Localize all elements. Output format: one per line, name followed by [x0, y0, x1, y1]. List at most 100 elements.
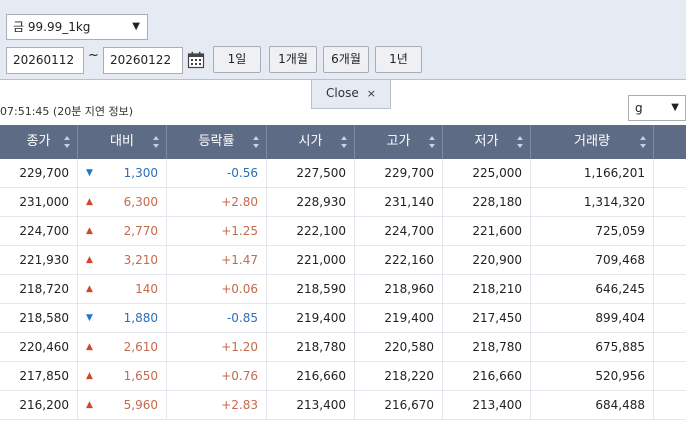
column-header-label: 거래량 — [574, 134, 610, 149]
column-header-label: 대비 — [110, 134, 134, 149]
cell-change: ▼ 1,300 — [78, 159, 167, 188]
triangle-up-icon: ▲ — [86, 371, 93, 381]
cell-close: 218,720 — [0, 275, 78, 304]
start-date-input[interactable]: 20260112 — [6, 47, 84, 74]
table-header: 종가 대비 등락률 시가 고가 저가 거래량 — [0, 125, 686, 159]
column-header-low[interactable]: 저가 — [443, 125, 531, 159]
unit-select[interactable]: g ▼ — [628, 95, 686, 121]
column-header-label: 시가 — [298, 134, 323, 149]
product-select[interactable]: 금 99.99_1kg ▼ — [6, 14, 148, 40]
cell-volume: 520,956 — [531, 362, 654, 391]
cell-rate: +1.20 — [167, 333, 267, 362]
cell-close: 224,700 — [0, 217, 78, 246]
cell-volume: 1,166,201 — [531, 159, 654, 188]
end-date-input[interactable]: 20260122 — [103, 47, 183, 74]
triangle-up-icon: ▲ — [86, 226, 93, 236]
column-header-open[interactable]: 시가 — [267, 125, 355, 159]
chevron-down-icon: ▼ — [671, 102, 679, 113]
delay-time-note: 07:51:45 (20분 지연 정보) — [0, 105, 134, 118]
column-header-high[interactable]: 고가 — [355, 125, 443, 159]
cell-rate: -0.85 — [167, 304, 267, 333]
cell-open: 228,930 — [267, 188, 355, 217]
cell-spacer — [654, 188, 686, 217]
cell-low: 218,210 — [443, 275, 531, 304]
period-1day-button[interactable]: 1일 — [213, 46, 261, 73]
column-header-close[interactable]: 종가 — [0, 125, 78, 159]
change-value: 5,960 — [123, 398, 158, 412]
change-value: 1,300 — [123, 166, 158, 180]
cell-change: ▲ 6,300 — [78, 188, 167, 217]
change-value: 6,300 — [123, 195, 158, 209]
sort-icon — [639, 136, 647, 148]
period-1month-button[interactable]: 1개월 — [269, 46, 317, 73]
period-6month-button[interactable]: 6개월 — [323, 46, 369, 73]
cell-volume: 899,404 — [531, 304, 654, 333]
cell-low: 217,450 — [443, 304, 531, 333]
cell-low: 225,000 — [443, 159, 531, 188]
column-header-label: 저가 — [474, 134, 499, 149]
column-header-rate[interactable]: 등락률 — [167, 125, 267, 159]
cell-low: 213,400 — [443, 391, 531, 420]
change-value: 2,610 — [123, 340, 158, 354]
cell-spacer — [654, 391, 686, 420]
cell-high: 222,160 — [355, 246, 443, 275]
cell-rate: +0.76 — [167, 362, 267, 391]
cell-open: 218,780 — [267, 333, 355, 362]
column-header-label: 종가 — [26, 134, 51, 149]
cell-change: ▲ 2,770 — [78, 217, 167, 246]
cell-spacer — [654, 275, 686, 304]
column-header-volume[interactable]: 거래량 — [531, 125, 654, 159]
cell-open: 222,100 — [267, 217, 355, 246]
table-row: 218,720 ▲ 140 +0.06 218,590 218,960 218,210 646… — [0, 275, 686, 304]
change-value: 3,210 — [123, 253, 158, 267]
period-1year-button[interactable]: 1년 — [375, 46, 422, 73]
close-panel-tab[interactable]: Close × — [311, 80, 391, 109]
column-header-change[interactable]: 대비 — [78, 125, 167, 159]
cell-rate: +2.80 — [167, 188, 267, 217]
cell-volume: 1,314,320 — [531, 188, 654, 217]
table-row: 217,850 ▲ 1,650 +0.76 216,660 218,220 216,660 5… — [0, 362, 686, 391]
table-row: 216,200 ▲ 5,960 +2.83 213,400 216,670 213,400 6… — [0, 391, 686, 420]
cell-open: 219,400 — [267, 304, 355, 333]
triangle-up-icon: ▲ — [86, 400, 93, 410]
close-icon: × — [366, 87, 376, 100]
sort-icon — [63, 136, 71, 148]
cell-high: 219,400 — [355, 304, 443, 333]
cell-volume: 646,245 — [531, 275, 654, 304]
table-row: 229,700 ▼ 1,300 -0.56 227,500 229,700 225,000 1… — [0, 159, 686, 188]
cell-spacer — [654, 304, 686, 333]
cell-open: 227,500 — [267, 159, 355, 188]
sort-icon — [516, 136, 524, 148]
table-row: 224,700 ▲ 2,770 +1.25 222,100 224,700 221,600 7… — [0, 217, 686, 246]
cell-change: ▼ 1,880 — [78, 304, 167, 333]
cell-high: 220,580 — [355, 333, 443, 362]
table-row: 220,460 ▲ 2,610 +1.20 218,780 220,580 218,780 6… — [0, 333, 686, 362]
chevron-down-icon: ▼ — [132, 21, 140, 32]
cell-spacer — [654, 217, 686, 246]
cell-rate: +2.83 — [167, 391, 267, 420]
column-header-label: 고가 — [386, 134, 411, 149]
column-header-label: 등락률 — [198, 134, 235, 149]
cell-open: 221,000 — [267, 246, 355, 275]
sort-icon — [428, 136, 436, 148]
change-value: 2,770 — [123, 224, 158, 238]
sort-icon — [152, 136, 160, 148]
close-label: Close — [326, 86, 359, 100]
cell-change: ▲ 3,210 — [78, 246, 167, 275]
cell-spacer — [654, 246, 686, 275]
triangle-up-icon: ▲ — [86, 284, 93, 294]
change-value: 140 — [135, 282, 158, 296]
table-row: 218,580 ▼ 1,880 -0.85 219,400 219,400 217,450 8… — [0, 304, 686, 333]
cell-change: ▲ 5,960 — [78, 391, 167, 420]
cell-change: ▲ 140 — [78, 275, 167, 304]
change-value: 1,650 — [123, 369, 158, 383]
product-select-value: 금 99.99_1kg — [13, 20, 91, 34]
cell-open: 218,590 — [267, 275, 355, 304]
cell-close: 217,850 — [0, 362, 78, 391]
cell-spacer — [654, 362, 686, 391]
calendar-icon[interactable] — [185, 48, 207, 72]
cell-open: 216,660 — [267, 362, 355, 391]
cell-close: 218,580 — [0, 304, 78, 333]
cell-high: 216,670 — [355, 391, 443, 420]
cell-close: 216,200 — [0, 391, 78, 420]
